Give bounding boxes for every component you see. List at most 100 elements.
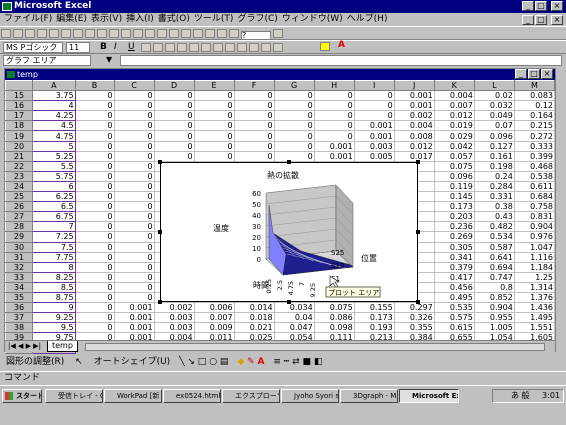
- cell[interactable]: 5.5: [32, 160, 76, 172]
- taskbar-button[interactable]: ex0524.html - ...: [163, 389, 221, 403]
- redo-icon[interactable]: [133, 29, 143, 38]
- cell[interactable]: 0.38: [473, 201, 515, 213]
- cell[interactable]: 0.021: [233, 322, 275, 334]
- cell[interactable]: 0.032: [473, 100, 515, 112]
- cell[interactable]: 0: [233, 130, 275, 142]
- close-button[interactable]: ×: [551, 1, 563, 11]
- column-header[interactable]: C: [113, 79, 155, 92]
- cell[interactable]: 0.007: [433, 100, 475, 112]
- cell[interactable]: 0.203: [433, 211, 475, 223]
- open-icon[interactable]: [13, 29, 23, 38]
- cut-icon[interactable]: [73, 29, 83, 38]
- cell[interactable]: 0.075: [433, 160, 475, 172]
- resize-handle[interactable]: [287, 160, 291, 164]
- cell[interactable]: 0.379: [433, 261, 475, 273]
- cell[interactable]: 0: [113, 130, 155, 142]
- row-header[interactable]: 30: [4, 241, 34, 253]
- cell[interactable]: 0: [313, 90, 355, 102]
- menu-item[interactable]: 編集(E): [56, 14, 87, 24]
- cell[interactable]: 0.684: [513, 191, 556, 203]
- cell[interactable]: 0.269: [433, 231, 475, 243]
- row-header[interactable]: 32: [4, 261, 34, 273]
- cell[interactable]: 0.904: [513, 221, 556, 233]
- cell[interactable]: 0: [273, 90, 315, 102]
- taskbar-button[interactable]: Microsoft Ex...: [399, 389, 459, 403]
- merge-center-icon[interactable]: [177, 43, 187, 52]
- cell[interactable]: 0.086: [313, 312, 355, 324]
- cell[interactable]: 0.284: [473, 180, 515, 193]
- row-header[interactable]: 37: [4, 312, 34, 324]
- autoshape-button[interactable]: オートシェイプ(U): [94, 357, 171, 367]
- cell[interactable]: 8.5: [32, 281, 76, 293]
- cell[interactable]: 0.24: [473, 170, 515, 182]
- comma-icon[interactable]: [213, 43, 223, 52]
- cell[interactable]: 0: [353, 110, 395, 122]
- cell[interactable]: 1.25: [513, 271, 556, 283]
- cell[interactable]: 0.096: [433, 170, 475, 182]
- cell[interactable]: 0.001: [113, 322, 155, 334]
- cell[interactable]: 7.25: [32, 231, 76, 243]
- align-right-icon[interactable]: [165, 43, 175, 52]
- cell[interactable]: 0.098: [313, 322, 355, 334]
- cell[interactable]: 0: [74, 160, 115, 172]
- cell[interactable]: 8.75: [32, 291, 76, 304]
- cell[interactable]: 4: [32, 100, 76, 112]
- row-header[interactable]: 15: [4, 90, 34, 102]
- resize-handle[interactable]: [416, 160, 420, 164]
- cell[interactable]: 0: [193, 150, 235, 162]
- cell[interactable]: 0: [273, 150, 315, 162]
- plot-area[interactable]: 60504030201000.25 2.5 4.75 7 9.25S1S13S25: [252, 184, 354, 297]
- cell[interactable]: 0.007: [193, 312, 235, 324]
- cell[interactable]: 7.75: [32, 251, 76, 263]
- cell[interactable]: 0.611: [513, 180, 556, 193]
- resize-handle[interactable]: [158, 160, 162, 164]
- preview-icon[interactable]: [49, 29, 59, 38]
- row-header[interactable]: 18: [4, 120, 34, 132]
- taskbar-button[interactable]: 3Dgraph - Micro...: [340, 389, 398, 403]
- textbox-icon[interactable]: ▤: [220, 357, 229, 367]
- row-header[interactable]: 19: [4, 130, 34, 142]
- cell[interactable]: 1.116: [513, 251, 556, 263]
- cell[interactable]: 0.399: [513, 150, 556, 162]
- row-header[interactable]: 17: [4, 110, 34, 122]
- cell[interactable]: 0.305: [433, 241, 475, 253]
- cell[interactable]: 0.955: [473, 312, 515, 324]
- cell[interactable]: 0: [113, 100, 155, 112]
- ime-indicator[interactable]: あ 般: [511, 391, 530, 400]
- cell[interactable]: 0.145: [433, 191, 475, 203]
- sheet-tab-temp[interactable]: temp: [47, 341, 78, 352]
- resize-handle[interactable]: [416, 230, 420, 234]
- tab-scroll-arrows-icon[interactable]: |◀ ◀ ▶ ▶|: [8, 342, 41, 350]
- cell[interactable]: 1.184: [513, 261, 556, 273]
- cell[interactable]: 0.001: [393, 90, 435, 102]
- cell[interactable]: 0: [74, 231, 115, 243]
- cell[interactable]: 0.012: [433, 110, 475, 122]
- cell[interactable]: 9.25: [32, 312, 76, 324]
- doc-close-button[interactable]: ×: [551, 15, 563, 25]
- cell[interactable]: 0.694: [473, 261, 515, 273]
- line-color-icon[interactable]: ✎: [247, 357, 255, 367]
- increase-decimal-icon[interactable]: [225, 43, 235, 52]
- rectangle-icon[interactable]: □: [198, 357, 207, 367]
- row-header[interactable]: 31: [4, 251, 34, 263]
- cell[interactable]: 0.331: [473, 191, 515, 203]
- cell[interactable]: 0.047: [273, 322, 315, 334]
- cell[interactable]: 0.042: [433, 140, 475, 152]
- cell[interactable]: 0.272: [513, 130, 556, 142]
- cell[interactable]: 0.333: [513, 140, 556, 152]
- cell[interactable]: 0.006: [193, 302, 235, 314]
- select-all-corner[interactable]: [4, 79, 34, 92]
- taskbar-button[interactable]: WorkPad [新 Pal...: [104, 389, 162, 403]
- cell[interactable]: 4.5: [32, 120, 76, 132]
- print-icon[interactable]: [37, 29, 47, 38]
- cell[interactable]: 0.161: [473, 150, 515, 162]
- cell[interactable]: 0.534: [473, 231, 515, 243]
- 3d-icon[interactable]: ◧: [314, 357, 323, 367]
- cell[interactable]: 0: [273, 100, 315, 112]
- column-header[interactable]: L: [473, 79, 515, 92]
- cell[interactable]: 0.02: [473, 90, 515, 102]
- cell[interactable]: 0: [233, 120, 275, 132]
- spell-icon[interactable]: [61, 29, 71, 38]
- zoom-icon[interactable]: ?: [241, 31, 271, 40]
- resize-handle[interactable]: [287, 300, 291, 304]
